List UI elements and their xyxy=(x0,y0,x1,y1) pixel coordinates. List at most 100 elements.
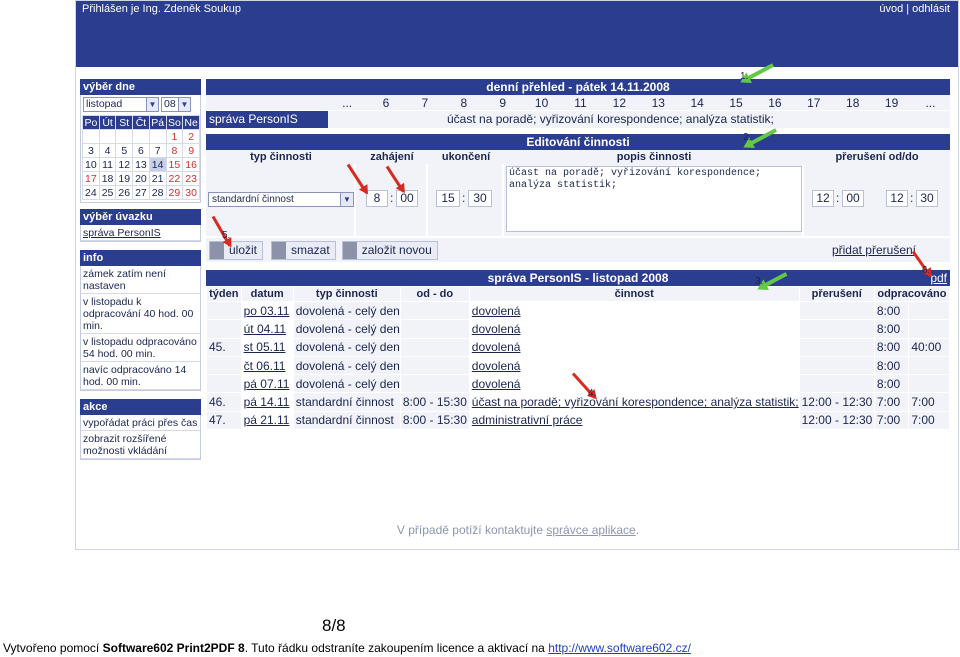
calendar: Po Út St Čt Pá So Ne 1 2 3 4 5 6 7 8 9 1… xyxy=(82,115,200,200)
calendar-day[interactable]: 12 xyxy=(115,157,134,172)
day-link[interactable]: 17 xyxy=(794,95,833,110)
column-header: datum xyxy=(240,286,294,302)
day-link[interactable]: 14 xyxy=(678,95,717,110)
add-break-link[interactable]: přidat přerušení xyxy=(832,243,916,257)
end-minute-input[interactable]: 30 xyxy=(468,190,492,207)
time-range-cell xyxy=(399,337,470,357)
calendar-day[interactable]: 26 xyxy=(115,185,134,200)
day-link[interactable]: 11 xyxy=(561,95,600,110)
activity-link[interactable]: administrativní práce xyxy=(468,410,800,431)
calendar-day[interactable]: 9 xyxy=(182,143,200,158)
break-to-minute-input[interactable]: 30 xyxy=(916,190,938,207)
calendar-day[interactable]: 17 xyxy=(82,171,100,186)
day-link[interactable]: 16 xyxy=(755,95,794,110)
break-to-hour-input[interactable]: 12 xyxy=(886,190,908,207)
calendar-day[interactable]: 29 xyxy=(165,185,184,200)
date-link[interactable]: út 04.11 xyxy=(240,319,294,339)
activity-link[interactable]: dovolená xyxy=(468,337,800,357)
calendar-day[interactable]: 27 xyxy=(132,185,150,200)
day-link[interactable]: 7 xyxy=(405,95,444,110)
producer-url[interactable]: http://www.software602.cz/ xyxy=(548,641,691,655)
calendar-day[interactable]: 13 xyxy=(132,157,150,172)
calendar-day[interactable]: 28 xyxy=(148,185,167,200)
calendar-day[interactable]: 23 xyxy=(182,171,200,186)
weekday-header: Po xyxy=(82,115,100,130)
break-from-minute-input[interactable]: 00 xyxy=(842,190,864,207)
day-link[interactable]: 9 xyxy=(483,95,522,110)
calendar-day[interactable]: 25 xyxy=(98,185,117,200)
calendar-day[interactable]: 3 xyxy=(82,143,100,158)
date-link[interactable]: pá 07.11 xyxy=(240,374,294,394)
calendar-day-selected[interactable]: 14 xyxy=(148,157,167,172)
date-link[interactable]: st 05.11 xyxy=(240,337,294,357)
time-separator: : xyxy=(836,191,840,205)
day-link[interactable]: 15 xyxy=(717,95,756,110)
top-bar: Přihlášen je Ing. Zdeněk Soukup úvod | odh… xyxy=(76,1,958,67)
week-cell xyxy=(206,355,242,376)
calendar-day[interactable]: 7 xyxy=(148,143,167,158)
week-total-cell xyxy=(908,374,950,394)
chevron-down-icon: ▼ xyxy=(178,98,190,111)
calendar-day[interactable]: 21 xyxy=(148,171,167,186)
daily-overview-title: denní přehled - pátek 14.11.2008 xyxy=(206,79,950,95)
calendar-day[interactable]: 19 xyxy=(115,171,134,186)
calendar-day[interactable]: 22 xyxy=(165,171,184,186)
delete-button[interactable]: smazat xyxy=(271,240,336,260)
date-link[interactable]: pá 14.11 xyxy=(240,392,294,412)
overview-link[interactable]: úvod xyxy=(879,3,903,15)
calendar-day[interactable]: 5 xyxy=(115,143,134,158)
type-cell: dovolená - celý den xyxy=(292,300,401,321)
calendar-day[interactable]: 10 xyxy=(82,157,100,172)
logout-link[interactable]: odhlásit xyxy=(912,3,950,15)
end-hour-input[interactable]: 15 xyxy=(436,190,460,207)
action-overtime-link[interactable]: vypořádat práci přes čas xyxy=(81,415,200,431)
top-links: úvod | odhlásit xyxy=(879,3,950,15)
date-link[interactable]: čt 06.11 xyxy=(240,355,294,376)
activity-link[interactable]: účast na poradě; vyřizování korespondenc… xyxy=(468,392,800,412)
calendar-day[interactable]: 20 xyxy=(132,171,150,186)
edit-buttons: uložit smazat založit novou přidat přeru… xyxy=(206,238,950,262)
activity-link[interactable]: dovolená xyxy=(468,319,800,339)
contract-link[interactable]: správa PersonIS xyxy=(81,225,200,241)
description-textarea[interactable]: účast na poradě; vyřizování korespondenc… xyxy=(506,166,802,232)
calendar-day[interactable]: 1 xyxy=(165,129,184,144)
weekday-header: So xyxy=(165,115,184,130)
calendar-day[interactable]: 6 xyxy=(132,143,150,158)
calendar-day[interactable]: 8 xyxy=(165,143,184,158)
contract-activity[interactable]: účast na poradě; vyřizování korespondenc… xyxy=(444,111,950,128)
calendar-day[interactable]: 30 xyxy=(182,185,200,200)
day-link[interactable]: 19 xyxy=(872,95,911,110)
action-extended-link[interactable]: zobrazit rozšířené možnosti vkládání xyxy=(81,431,200,459)
day-link[interactable]: 13 xyxy=(639,95,678,110)
calendar-day[interactable]: 24 xyxy=(82,185,100,200)
actions-panel: vypořádat práci přes čas zobrazit rozšíř… xyxy=(80,415,201,460)
calendar-day[interactable]: 11 xyxy=(98,157,117,172)
edit-column-headers: typ činnosti zahájení ukončení popis čin… xyxy=(206,150,950,164)
calendar-day[interactable]: 4 xyxy=(98,143,117,158)
date-link[interactable]: po 03.11 xyxy=(240,300,294,321)
calendar-day[interactable]: 15 xyxy=(165,157,184,172)
save-button[interactable]: uložit xyxy=(209,240,264,260)
activity-link[interactable]: dovolená xyxy=(468,374,800,394)
date-link[interactable]: pá 21.11 xyxy=(240,410,294,431)
day-link[interactable]: 18 xyxy=(833,95,872,110)
week-total-cell xyxy=(908,300,950,321)
calendar-day[interactable]: 16 xyxy=(182,157,200,172)
activity-link[interactable]: dovolená xyxy=(468,355,800,376)
year-select[interactable]: 08 ▼ xyxy=(161,97,191,112)
day-link[interactable]: 12 xyxy=(600,95,639,110)
description-line: analýza statistik; xyxy=(509,180,618,191)
month-select[interactable]: listopad ▼ xyxy=(83,97,159,112)
day-link[interactable]: 10 xyxy=(522,95,561,110)
contract-panel: správa PersonIS xyxy=(80,225,201,242)
calendar-day[interactable]: 2 xyxy=(182,129,200,144)
activity-link[interactable]: dovolená xyxy=(468,300,800,321)
create-new-button[interactable]: založit novou xyxy=(341,240,438,260)
type-column: standardní činnost ▼ xyxy=(206,164,356,236)
activity-type-select[interactable]: standardní činnost ▼ xyxy=(208,192,354,207)
break-from-hour-input[interactable]: 12 xyxy=(812,190,834,207)
calendar-day[interactable]: 18 xyxy=(98,171,117,186)
day-link[interactable]: 8 xyxy=(444,95,483,110)
admin-contact-link[interactable]: správce aplikace xyxy=(546,523,635,537)
day-link[interactable]: 6 xyxy=(367,95,406,110)
